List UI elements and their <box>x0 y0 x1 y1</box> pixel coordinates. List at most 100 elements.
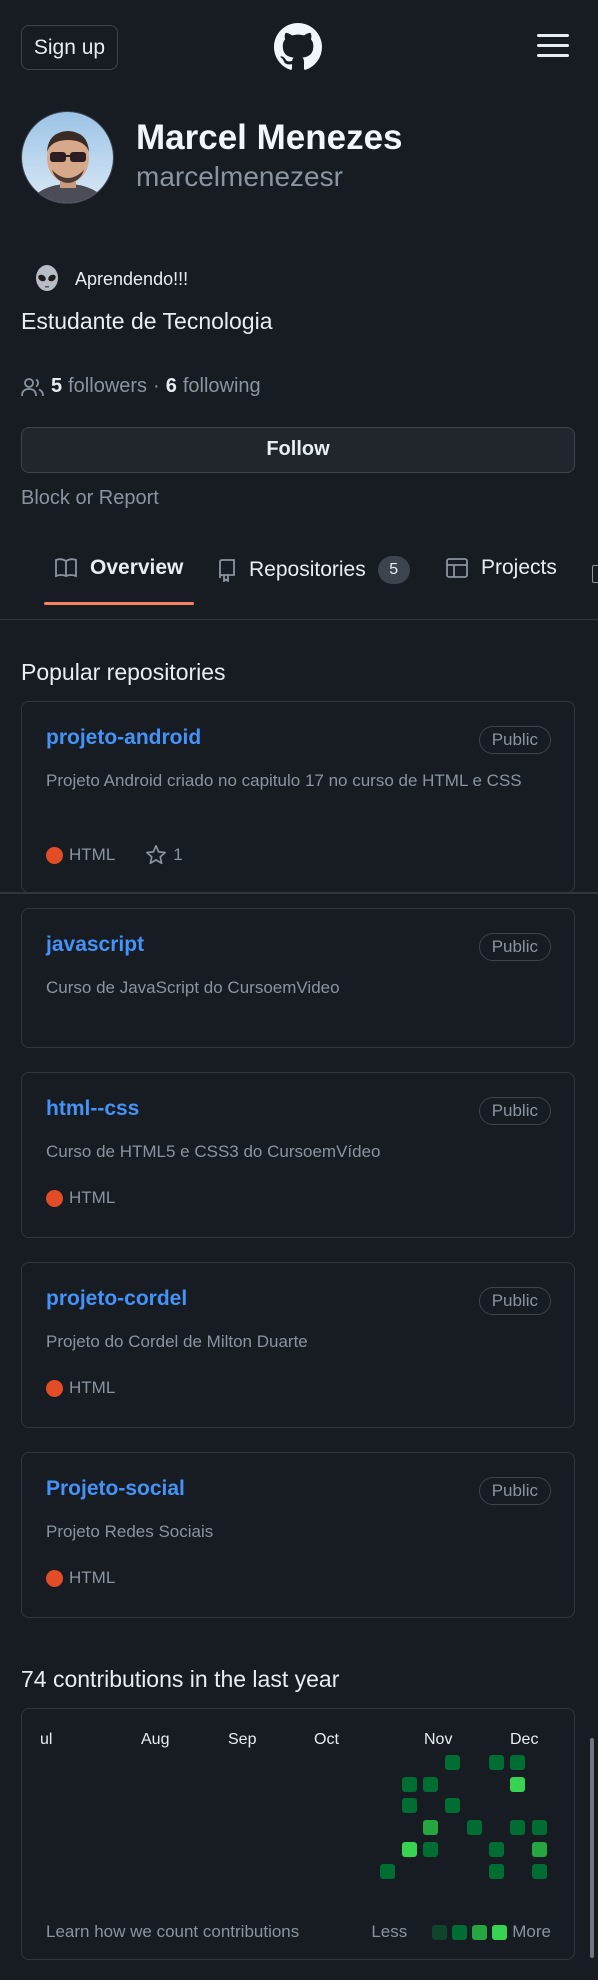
contribution-day-cell[interactable] <box>423 1776 439 1792</box>
tab-overview[interactable]: Overview <box>54 556 183 580</box>
repo-card: html--css Public Curso de HTML5 e CSS3 d… <box>21 1072 575 1238</box>
repo-card: javascript Public Curso de JavaScript do… <box>21 908 575 1048</box>
contribution-day-cell[interactable] <box>510 1820 526 1836</box>
contribution-day-cell[interactable] <box>488 1841 504 1857</box>
repositories-counter: 5 <box>377 556 410 584</box>
month-label: Dec <box>510 1731 539 1748</box>
month-label: Oct <box>314 1731 339 1748</box>
repo-description: Projeto Android criado no capitulo 17 no… <box>46 771 522 790</box>
repo-language: HTML <box>69 1378 116 1397</box>
tab-repositories[interactable]: Repositories 5 <box>217 556 410 584</box>
contribution-day-cell[interactable] <box>445 1755 461 1770</box>
contribution-day-cell[interactable] <box>423 1841 439 1857</box>
legend-cell-level-1 <box>432 1924 448 1940</box>
repo-stars-count[interactable]: 1 <box>173 845 182 865</box>
block-report-link[interactable]: Block or Report <box>21 487 159 510</box>
contribution-graph: ul Aug Sep Oct Nov Dec Learn how we coun… <box>21 1708 575 1960</box>
tab-repositories-label: Repositories <box>249 558 366 581</box>
repo-description: Curso de HTML5 e CSS3 do CursoemVídeo <box>46 1142 381 1161</box>
contribution-day-cell[interactable] <box>380 1863 395 1879</box>
month-label: Sep <box>228 1731 257 1748</box>
alien-emoji-icon <box>36 265 58 291</box>
contribution-day-cell[interactable] <box>510 1755 526 1770</box>
repo-description: Curso de JavaScript do CursoemVideo <box>46 978 340 997</box>
visibility-badge: Public <box>478 1477 551 1505</box>
table-icon <box>446 558 468 578</box>
contribution-day-cell[interactable] <box>466 1820 482 1836</box>
contribution-day-cell[interactable] <box>445 1798 461 1814</box>
visibility-badge: Public <box>478 933 551 961</box>
following-link[interactable]: following <box>183 375 261 398</box>
profile-name: Marcel Menezes <box>136 118 403 157</box>
followers-link[interactable]: followers <box>68 375 147 398</box>
legend-less: Less <box>371 1922 408 1941</box>
repo-meta: HTML <box>46 1568 115 1588</box>
repo-icon <box>219 559 235 582</box>
month-label: Nov <box>424 1731 453 1748</box>
visibility-badge: Public <box>478 726 551 754</box>
hamburger-menu-icon[interactable] <box>537 34 569 58</box>
contribution-day-cell[interactable] <box>531 1863 547 1879</box>
repo-card: Projeto-social Public Projeto Redes Soci… <box>21 1452 575 1618</box>
contribution-legend: Less More <box>371 1922 551 1942</box>
legend-cell-level-2 <box>452 1924 468 1940</box>
visibility-badge: Public <box>478 1097 551 1125</box>
repo-card: projeto-android Public Projeto Android c… <box>21 701 575 893</box>
github-logo-icon[interactable] <box>274 23 322 71</box>
contribution-day-cell[interactable] <box>531 1841 547 1857</box>
repo-description: Projeto do Cordel de Milton Duarte <box>46 1332 308 1351</box>
repo-name-link[interactable]: javascript <box>46 933 144 957</box>
tab-projects-label: Projects <box>481 556 557 579</box>
visibility-badge: Public <box>478 1287 551 1315</box>
language-color-dot <box>46 1379 63 1397</box>
language-color-dot <box>46 1189 63 1207</box>
star-icon[interactable] <box>145 844 167 866</box>
user-status: Aprendendo!!! <box>33 265 188 293</box>
scrollbar[interactable] <box>590 1738 594 1958</box>
profile-tabs: Overview Repositories 5 Projects <box>0 540 598 620</box>
repo-language: HTML <box>69 845 116 864</box>
language-color-dot <box>46 1569 63 1587</box>
viewport-divider <box>0 892 598 894</box>
month-label: ul <box>40 1731 53 1748</box>
learn-contributions-link[interactable]: Learn how we count contributions <box>46 1922 299 1942</box>
repo-meta: HTML 1 <box>46 844 183 866</box>
contribution-day-cell[interactable] <box>401 1841 417 1857</box>
contribution-day-cell[interactable] <box>531 1820 547 1836</box>
follow-button[interactable]: Follow <box>21 427 575 473</box>
language-color-dot <box>46 846 63 864</box>
separator-dot: · <box>153 375 160 397</box>
legend-more: More <box>512 1922 551 1941</box>
avatar[interactable] <box>21 111 114 204</box>
followers-line: 5 followers · 6 following <box>21 375 261 398</box>
active-tab-underline <box>44 602 194 605</box>
repo-name-link[interactable]: projeto-cordel <box>46 1287 187 1311</box>
tab-overflow-indicator <box>592 565 598 583</box>
contribution-day-cell[interactable] <box>488 1863 504 1879</box>
popular-repos-title: Popular repositories <box>21 659 226 685</box>
contribution-day-cell[interactable] <box>401 1776 417 1792</box>
repo-language: HTML <box>69 1568 116 1587</box>
repo-meta: HTML <box>46 1188 115 1208</box>
repo-name-link[interactable]: projeto-android <box>46 726 201 750</box>
followers-count[interactable]: 5 <box>51 375 62 398</box>
book-icon <box>55 558 77 578</box>
repo-name-link[interactable]: html--css <box>46 1097 139 1121</box>
people-icon <box>21 377 44 396</box>
repo-name-link[interactable]: Projeto-social <box>46 1477 185 1501</box>
profile-login: marcelmenezesr <box>136 161 343 192</box>
tab-projects[interactable]: Projects <box>445 556 557 580</box>
site-header: Sign up <box>0 0 598 96</box>
contribution-day-cell[interactable] <box>423 1820 439 1836</box>
repo-language: HTML <box>69 1188 116 1207</box>
contribution-day-cell[interactable] <box>510 1776 526 1792</box>
contribution-day-cell[interactable] <box>401 1798 417 1814</box>
tab-overview-label: Overview <box>90 556 184 579</box>
contribution-day-cell[interactable] <box>488 1755 504 1770</box>
following-count[interactable]: 6 <box>166 375 177 398</box>
sign-up-button[interactable]: Sign up <box>21 25 118 70</box>
status-text: Aprendendo!!! <box>75 268 189 289</box>
repo-card: projeto-cordel Public Projeto do Cordel … <box>21 1262 575 1428</box>
repo-description: Projeto Redes Sociais <box>46 1522 214 1541</box>
profile-bio: Estudante de Tecnologia <box>21 308 273 334</box>
